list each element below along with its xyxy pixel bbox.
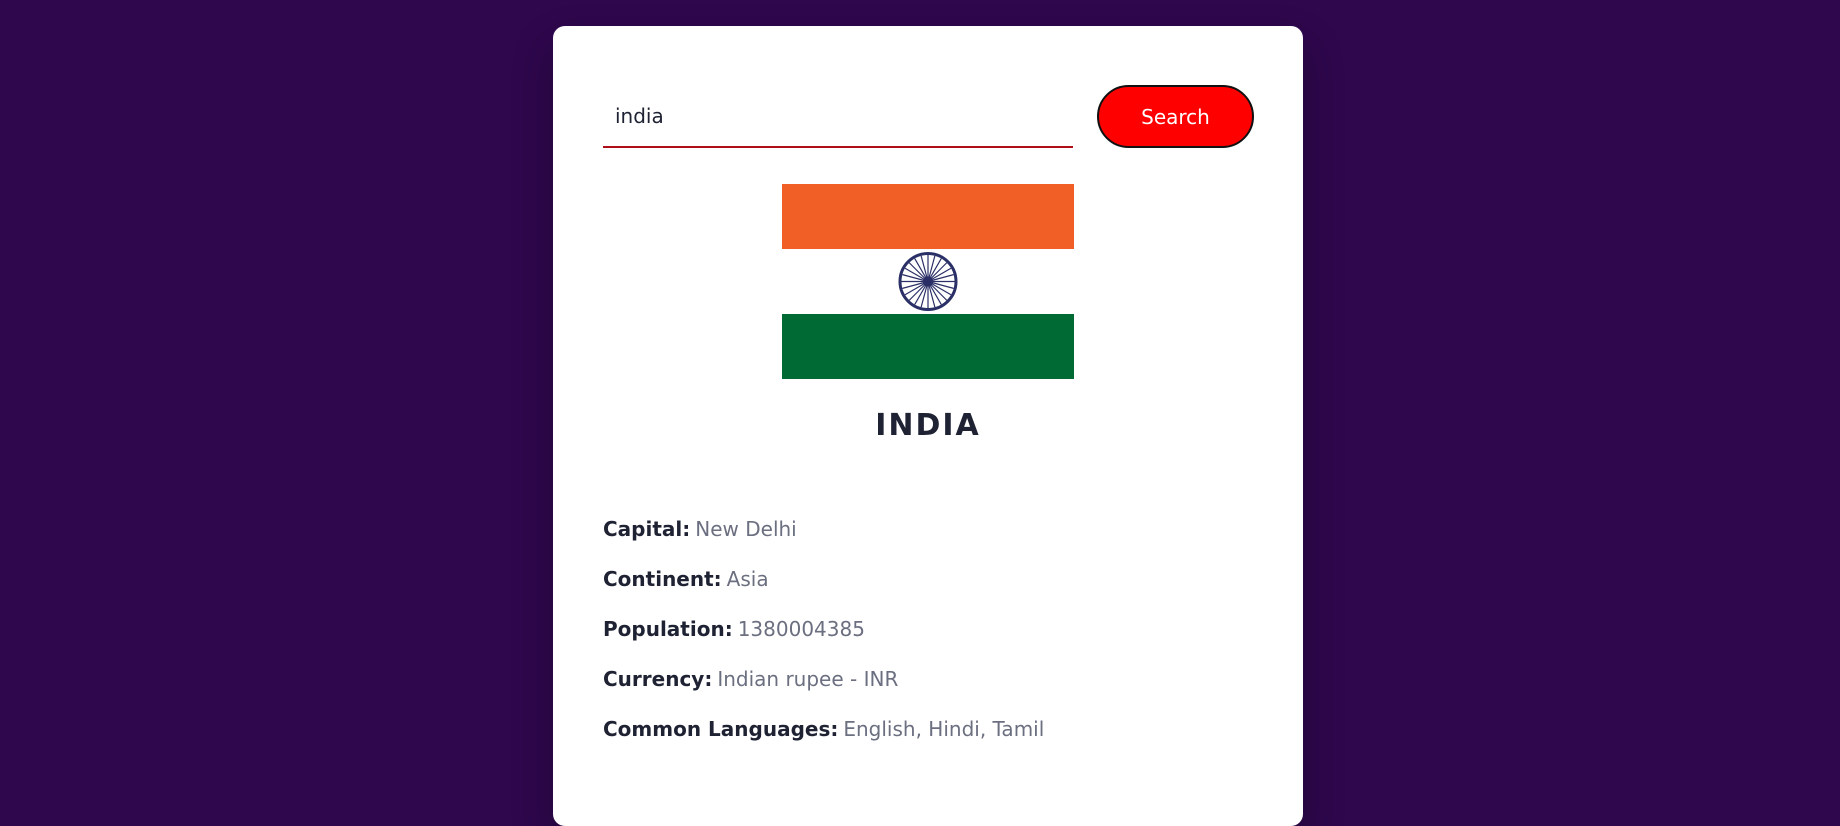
detail-value: 1380004385 [737,617,865,641]
country-details: Capital: New Delhi Continent: Asia Populat… [603,504,1253,754]
detail-currency: Currency: Indian rupee - INR [603,654,1253,704]
flag-stripe-top [782,184,1074,249]
search-input[interactable] [603,85,1073,148]
country-card: Search INDIA Capital:New Delhi Continent… [553,26,1303,826]
detail-value: Indian rupee - INR [717,667,899,691]
detail-label: Currency: [603,667,713,691]
country-flag [782,184,1074,379]
search-button[interactable]: Search [1097,85,1254,148]
detail-capital: Capital: New Delhi [603,504,1253,554]
country-name: INDIA [875,408,981,443]
detail-label: Capital: [603,517,691,541]
flag-stripe-bottom [782,314,1074,379]
detail-population: Population: 1380004385 [603,604,1253,654]
detail-label: Common Languages: [603,717,839,741]
detail-label: Continent: [603,567,722,591]
detail-languages: Common Languages: English, Hindi, Tamil [603,704,1253,754]
detail-value: New Delhi [695,517,797,541]
detail-value: Asia [726,567,769,591]
detail-value: English, Hindi, Tamil [843,717,1045,741]
detail-continent: Continent: Asia [603,554,1253,604]
detail-label: Population: [603,617,733,641]
ashoka-chakra-icon [898,252,958,311]
search-bar: Search [603,85,1254,175]
